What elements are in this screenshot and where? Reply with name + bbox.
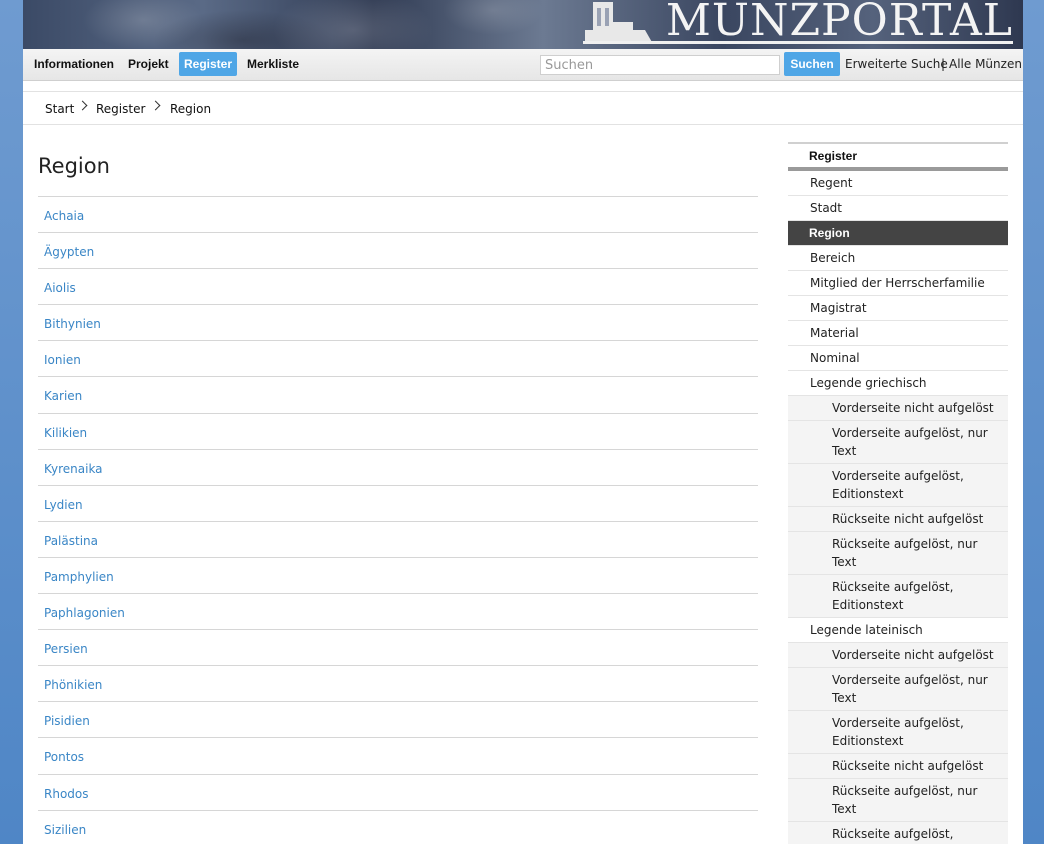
sidebar-subitem[interactable]: Vorderseite aufgelöst, Editionstext: [788, 711, 1008, 754]
nav-separator: |: [941, 57, 946, 71]
logo-building-icon: [585, 2, 653, 44]
search-input[interactable]: [540, 55, 780, 75]
list-item: Kilikien: [38, 412, 758, 449]
list-item: Sizilien: [38, 809, 758, 844]
region-link[interactable]: Paphlagonien: [44, 606, 125, 620]
sidebar-item[interactable]: Legende griechisch: [788, 371, 1008, 396]
breadcrumb-register[interactable]: Register: [96, 102, 145, 116]
list-item: Bithynien: [38, 304, 758, 340]
all-coins-link[interactable]: Alle Münzen: [949, 52, 1022, 76]
sidebar-subitem[interactable]: Vorderseite aufgelöst, Editionstext: [788, 464, 1008, 507]
header-banner: MÜNZPORTAL: [23, 0, 1023, 49]
list-item: Achaia: [38, 196, 758, 232]
sidebar-item[interactable]: Region: [788, 221, 1008, 246]
sidebar-item[interactable]: Magistrat: [788, 296, 1008, 321]
list-item: Rhodos: [38, 773, 758, 810]
list-item: Aiolis: [38, 268, 758, 304]
sidebar-subitem[interactable]: Vorderseite nicht aufgelöst: [788, 643, 1008, 668]
chevron-right-icon: [150, 100, 161, 111]
region-link[interactable]: Persien: [44, 642, 88, 656]
region-link[interactable]: Kilikien: [44, 426, 87, 440]
list-item: Kyrenaika: [38, 448, 758, 485]
region-link[interactable]: Achaia: [44, 209, 84, 223]
list-item: Persien: [38, 629, 758, 665]
sidebar-subitem[interactable]: Rückseite nicht aufgelöst: [788, 507, 1008, 532]
sidebar-subitem[interactable]: Vorderseite nicht aufgelöst: [788, 396, 1008, 421]
sidebar-item[interactable]: Nominal: [788, 346, 1008, 371]
page: MÜNZPORTAL Informationen Projekt Registe…: [23, 0, 1023, 844]
site-logo[interactable]: MÜNZPORTAL: [666, 0, 1013, 44]
region-link[interactable]: Palästina: [44, 534, 98, 548]
sidebar-item[interactable]: Material: [788, 321, 1008, 346]
list-item: Palästina: [38, 520, 758, 557]
sidebar-item[interactable]: Mitglied der Herrscherfamilie: [788, 271, 1008, 296]
sidebar-subitem[interactable]: Rückseite aufgelöst, Editionstext: [788, 822, 1008, 844]
region-link[interactable]: Kyrenaika: [44, 462, 103, 476]
sidebar-subitem[interactable]: Vorderseite aufgelöst, nur Text: [788, 421, 1008, 464]
main-navbar: Informationen Projekt Register Merkliste…: [23, 49, 1023, 81]
sidebar-heading: Register: [788, 142, 1008, 171]
sidebar-subitem[interactable]: Rückseite aufgelöst, nur Text: [788, 779, 1008, 822]
list-item: Phönikien: [38, 665, 758, 701]
region-link[interactable]: Pamphylien: [44, 570, 114, 584]
list-item: Paphlagonien: [38, 593, 758, 629]
region-link[interactable]: Ionien: [44, 353, 81, 367]
region-link[interactable]: Sizilien: [44, 823, 86, 837]
chevron-right-icon: [77, 100, 88, 111]
nav-merkliste[interactable]: Merkliste: [242, 52, 304, 76]
nav-register[interactable]: Register: [179, 52, 238, 76]
list-item: Lydien: [38, 484, 758, 521]
region-link[interactable]: Karien: [44, 389, 82, 403]
nav-informationen[interactable]: Informationen: [29, 52, 119, 76]
region-link[interactable]: Pisidien: [44, 714, 90, 728]
list-item: Ionien: [38, 340, 758, 376]
sidebar-subitem[interactable]: Rückseite aufgelöst, nur Text: [788, 532, 1008, 575]
page-title: Region: [38, 154, 110, 178]
sidebar-subitem[interactable]: Rückseite nicht aufgelöst: [788, 754, 1008, 779]
sidebar-subitem[interactable]: Vorderseite aufgelöst, nur Text: [788, 668, 1008, 711]
region-list: Achaia Ägypten Aiolis Bithynien Ionien Karien…: [38, 196, 758, 844]
list-item: Karien: [38, 376, 758, 412]
breadcrumb: Start Register Region: [23, 91, 1023, 125]
region-link[interactable]: Phönikien: [44, 678, 102, 692]
region-link[interactable]: Bithynien: [44, 317, 101, 331]
advanced-search-link[interactable]: Erweiterte Suche: [845, 52, 948, 76]
search-button[interactable]: Suchen: [784, 52, 840, 76]
region-link[interactable]: Pontos: [44, 750, 84, 764]
list-item: Pisidien: [38, 701, 758, 737]
sidebar-item[interactable]: Legende lateinisch: [788, 618, 1008, 643]
list-item: Pontos: [38, 737, 758, 773]
breadcrumb-start[interactable]: Start: [45, 102, 74, 116]
sidebar-item[interactable]: Stadt: [788, 196, 1008, 221]
breadcrumb-region: Region: [170, 102, 212, 116]
list-item: Pamphylien: [38, 556, 758, 593]
sidebar-menu: Regent Stadt Region Bereich Mitglied der Her…: [788, 171, 1008, 844]
region-link[interactable]: Ägypten: [44, 245, 94, 259]
sidebar-subitem[interactable]: Rückseite aufgelöst, Editionstext: [788, 575, 1008, 618]
list-item: Ägypten: [38, 232, 758, 268]
region-link[interactable]: Aiolis: [44, 281, 76, 295]
region-link[interactable]: Lydien: [44, 498, 83, 512]
sidebar-item[interactable]: Regent: [788, 171, 1008, 196]
sidebar-item[interactable]: Bereich: [788, 246, 1008, 271]
register-sidebar: Register Regent Stadt Region Bereich Mitglie…: [788, 142, 1008, 844]
region-link[interactable]: Rhodos: [44, 787, 89, 801]
nav-projekt[interactable]: Projekt: [123, 52, 174, 76]
